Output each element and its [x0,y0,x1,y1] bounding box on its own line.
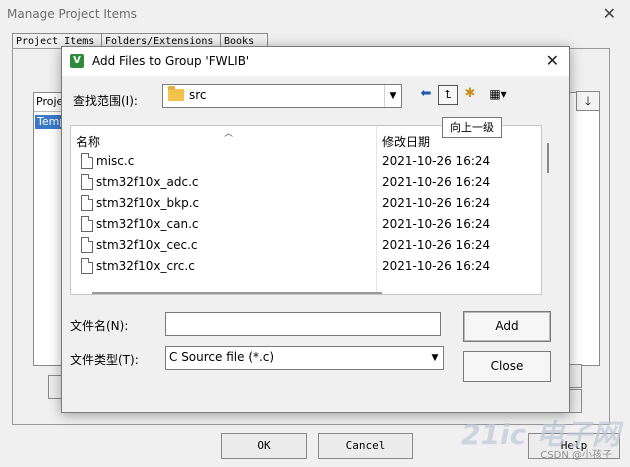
up-one-level-tooltip: 向上一级 [442,117,502,138]
file-type-label: 文件类型(T): [70,353,139,367]
file-row[interactable]: stm32f10x_adc.c 2021-10-26 16:24 [71,172,541,193]
sort-ascending-icon: ︿ [224,129,234,139]
file-date: 2021-10-26 16:24 [382,217,491,231]
cancel-button[interactable]: Cancel [318,433,413,459]
new-folder-icon[interactable]: ✱ [461,84,479,104]
look-in-label: 查找范围(I): [73,94,138,108]
watermark: 21ic 电子网 CSDN @小孩子 [461,413,620,463]
back-arrow-icon[interactable]: ⬅ [418,84,434,104]
dialog-close-icon[interactable]: ✕ [546,51,559,70]
file-list[interactable]: ︿ 名称 修改日期 misc.c 2021-10-26 16:24 stm32f… [70,125,542,295]
watermark-source: CSDN @小孩子 [540,450,612,461]
file-name: stm32f10x_crc.c [96,259,195,273]
file-date: 2021-10-26 16:24 [382,238,491,252]
file-icon [81,153,93,169]
look-in-value: src [189,88,207,102]
add-files-dialog: V Add Files to Group 'FWLIB' ✕ 查找范围(I): … [61,46,570,413]
file-name: stm32f10x_cec.c [96,238,198,252]
file-row[interactable]: stm32f10x_cec.c 2021-10-26 16:24 [71,235,541,256]
move-down-button[interactable]: 🡓 [576,91,600,111]
column-header-name[interactable]: 名称 [76,133,100,150]
add-button[interactable]: Add [463,311,551,342]
chevron-down-icon[interactable]: ▼ [427,347,443,369]
file-row[interactable]: stm32f10x_crc.c 2021-10-26 16:24 [71,256,541,277]
file-name: misc.c [96,154,135,168]
file-name: stm32f10x_bkp.c [96,196,200,210]
keil-app-icon: V [70,54,84,68]
file-date: 2021-10-26 16:24 [382,175,491,189]
folder-icon [168,86,184,101]
file-row[interactable]: misc.c 2021-10-26 16:24 [71,151,541,172]
file-type-dropdown[interactable]: C Source file (*.c) ▼ [165,346,444,370]
close-button[interactable]: Close [463,351,551,382]
file-icon [81,237,93,253]
chevron-down-icon[interactable]: ▼ [384,85,401,107]
up-folder-icon[interactable]: ⮤ [438,85,458,105]
background-window-titlebar: Manage Project Items ✕ [0,0,630,30]
dialog-title: Add Files to Group 'FWLIB' [92,54,250,68]
background-close-icon[interactable]: ✕ [603,4,616,23]
background-window-title: Manage Project Items [7,7,137,21]
file-row[interactable]: stm32f10x_bkp.c 2021-10-26 16:24 [71,193,541,214]
file-type-value: C Source file (*.c) [169,350,275,364]
look-in-dropdown[interactable]: src ▼ [162,84,402,108]
file-icon [81,195,93,211]
file-icon [81,174,93,190]
file-row[interactable]: stm32f10x_can.c 2021-10-26 16:24 [71,214,541,235]
project-targets-header: Projec [34,93,69,112]
dialog-titlebar: V Add Files to Group 'FWLIB' ✕ [62,47,569,76]
column-header-date[interactable]: 修改日期 [382,133,430,150]
file-name: stm32f10x_can.c [96,217,199,231]
ok-button[interactable]: OK [221,433,307,459]
vertical-scrollbar[interactable] [547,143,549,173]
file-date: 2021-10-26 16:24 [382,196,491,210]
file-name-input[interactable] [165,312,441,336]
arrow-down-icon: 🡓 [584,94,592,108]
file-date: 2021-10-26 16:24 [382,259,491,273]
files-list-partial[interactable] [566,92,600,366]
horizontal-scrollbar[interactable] [92,292,382,294]
file-icon [81,258,93,274]
view-menu-icon[interactable]: ▦▾ [484,84,512,104]
file-date: 2021-10-26 16:24 [382,154,491,168]
file-name: stm32f10x_adc.c [96,175,199,189]
file-icon [81,216,93,232]
file-name-label: 文件名(N): [70,319,129,333]
